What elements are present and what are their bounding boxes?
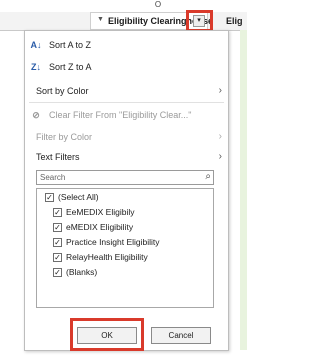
menu-item-label: Sort by Color [36, 86, 89, 96]
filter-value-label: eMEDIX Eligibility [66, 222, 134, 232]
filter-values-list[interactable]: ✓ (Select All) ✓ EeMEDIX Eligibily ✓ eME… [36, 188, 214, 308]
filter-value-label: EeMEDIX Eligibily [66, 207, 135, 217]
menu-item-label: Clear Filter From "Eligibility Clear..." [49, 110, 192, 120]
ok-button-highlight [70, 318, 144, 351]
clear-filter-icon: ⊘ [32, 110, 40, 120]
filter-value-label: (Select All) [58, 192, 99, 202]
cancel-button[interactable]: Cancel [151, 327, 211, 344]
sort-a-z-icon: A↓ [30, 40, 42, 50]
submenu-arrow-icon: › [218, 151, 222, 162]
filter-value-label: RelayHealth Eligibility [66, 252, 148, 262]
submenu-arrow-icon: › [218, 131, 222, 142]
checkbox-checked-icon[interactable]: ✓ [53, 253, 62, 262]
menu-item-sort-a-z[interactable]: A↓ Sort A to Z [25, 37, 230, 55]
search-input[interactable]: Search ⌕ [36, 170, 214, 185]
menu-separator [29, 102, 224, 103]
checkbox-checked-icon[interactable]: ✓ [53, 208, 62, 217]
selected-column-strip [240, 30, 247, 350]
header-dropdown-icon: ▼ [97, 16, 104, 23]
sort-z-a-icon: Z↓ [31, 62, 41, 72]
menu-item-clear-filter: ⊘ Clear Filter From "Eligibility Clear..… [25, 107, 230, 125]
menu-item-label: Sort A to Z [49, 40, 92, 50]
menu-item-label: Sort Z to A [49, 62, 92, 72]
checkbox-checked-icon[interactable]: ✓ [53, 268, 62, 277]
search-icon: ⌕ [205, 171, 211, 182]
menu-item-label: Text Filters [36, 152, 80, 162]
autofilter-menu: A↓ Sort A to Z Z↓ Sort Z to A Sort by Co… [24, 30, 229, 351]
checkbox-checked-icon[interactable]: ✓ [53, 223, 62, 232]
filter-value-label: Practice Insight Eligibility [66, 237, 160, 247]
checkbox-checked-icon[interactable]: ✓ [53, 238, 62, 247]
submenu-arrow-icon: › [218, 85, 222, 96]
adjacent-column-header: Elig [226, 16, 243, 26]
search-placeholder: Search [40, 173, 66, 182]
menu-item-text-filters[interactable]: Text Filters › [25, 149, 230, 167]
menu-item-filter-by-color: Filter by Color › [25, 129, 230, 147]
menu-item-sort-z-a[interactable]: Z↓ Sort Z to A [25, 59, 230, 77]
checkbox-checked-icon[interactable]: ✓ [45, 193, 54, 202]
filter-button-highlight [186, 10, 213, 32]
menu-item-label: Filter by Color [36, 132, 93, 142]
filter-value-label: (Blanks) [66, 267, 98, 277]
menu-item-sort-by-color[interactable]: Sort by Color › [25, 83, 230, 101]
